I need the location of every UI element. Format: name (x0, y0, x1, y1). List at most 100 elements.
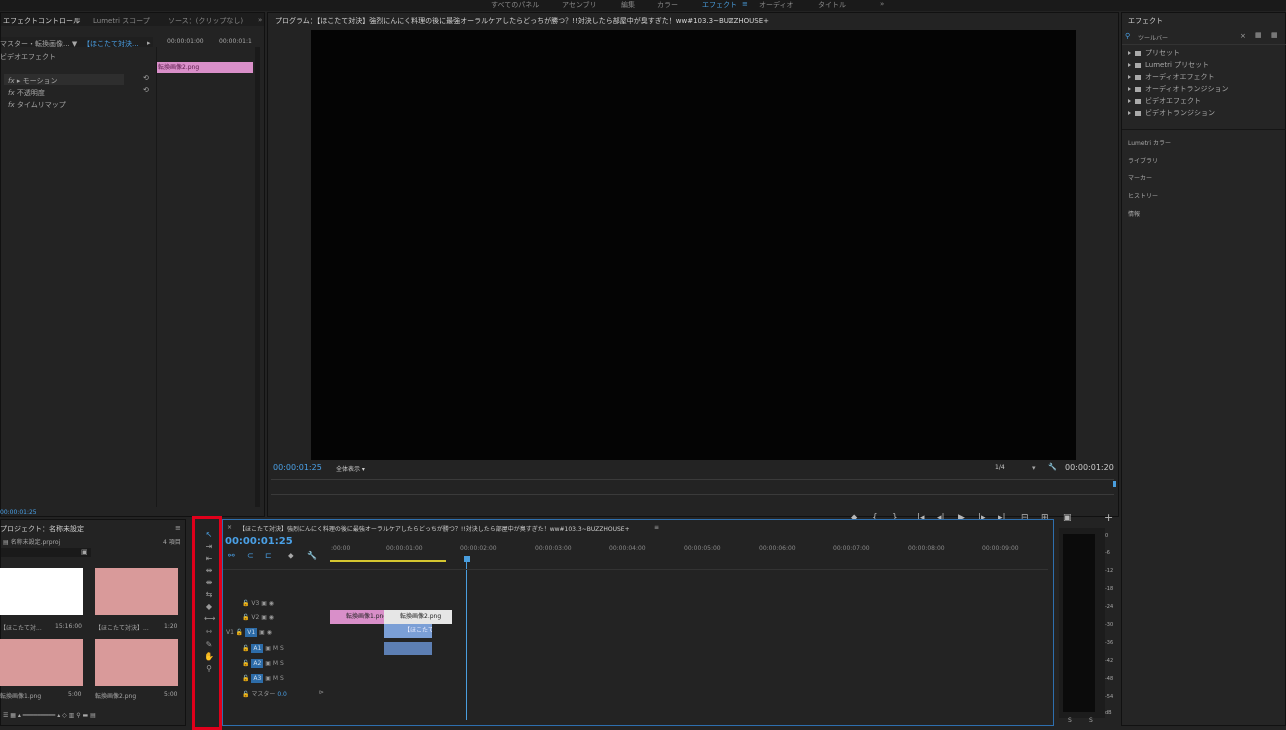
timeline-timecode[interactable]: 00:00:01:25 (225, 536, 293, 547)
reset-icon[interactable]: ⟲ (143, 86, 149, 94)
panel-markers[interactable]: マーカー (1128, 173, 1152, 182)
panel-history[interactable]: ヒストリー (1128, 191, 1158, 200)
meter-solo-button[interactable]: S (1089, 717, 1093, 724)
project-search-input[interactable] (1, 548, 91, 557)
effects-item-video-transitions[interactable]: ビデオトランジション (1128, 108, 1215, 118)
clip-sequence-video[interactable]: 【ほこたて (384, 624, 432, 638)
track-header-a3[interactable]: 🔓 A3 ▣ M S (242, 674, 284, 683)
clip-transition-image-1[interactable]: 転換画像1.png (330, 610, 387, 624)
mini-timeline-clip[interactable]: 転換画像2.png (156, 62, 253, 73)
wrench-icon[interactable]: 🔧 (1048, 463, 1057, 471)
workspace-menu-icon[interactable]: ≡ (742, 0, 748, 8)
resolution-chevron-icon[interactable]: ▾ (1032, 464, 1036, 472)
workspace-color[interactable]: カラー (657, 0, 678, 10)
effects-item-audio-transitions[interactable]: オーディオトランジション (1128, 84, 1229, 94)
timeline-playhead-handle[interactable] (464, 556, 470, 562)
selection-tool-icon[interactable]: ↖ (204, 530, 214, 539)
clear-search-icon[interactable]: × (1240, 32, 1246, 40)
effects-item-video-effects[interactable]: ビデオエフェクト (1128, 96, 1201, 106)
snap-icon[interactable]: ⚯ (228, 551, 235, 560)
clip-transition-image-2[interactable]: 転換画像2.png (384, 610, 452, 624)
scrollbar[interactable] (255, 47, 260, 507)
project-panel-title[interactable]: プロジェクト：名称未設定 (0, 524, 84, 534)
fit-dropdown[interactable]: 全体表示 ▾ (336, 464, 365, 473)
clip-sequence-audio[interactable] (384, 642, 432, 655)
effects-panel-title[interactable]: エフェクト (1128, 16, 1163, 26)
panel-menu-icon[interactable]: ≡ (175, 524, 181, 532)
project-thumbnail-image-2[interactable] (95, 639, 178, 686)
project-thumbnail-image-1[interactable] (0, 639, 83, 686)
ripple-edit-tool-icon[interactable]: ⇤ (204, 554, 214, 563)
master-clip-selector[interactable]: マスター・転換画像... ▼ (0, 39, 77, 49)
tab-source[interactable]: ソース：(クリップなし) (168, 16, 243, 26)
slide-edit-tool-icon[interactable]: ⇿ (204, 627, 214, 636)
effect-item-opacity[interactable]: fx 不透明度 (8, 88, 45, 98)
slide-tool-icon[interactable]: ⇆ (204, 590, 214, 599)
workspace-edit[interactable]: 編集 (621, 0, 635, 10)
pen-tool-icon[interactable]: ✎ (204, 640, 214, 649)
effects-item-presets[interactable]: プリセット (1128, 48, 1180, 58)
rolling-edit-tool-icon[interactable]: ⇹ (204, 566, 214, 575)
workspace-overflow-icon[interactable]: » (880, 0, 884, 8)
hand-tool-icon[interactable]: ✋ (204, 652, 214, 661)
resolution-dropdown[interactable]: 1/4 (995, 464, 1005, 471)
new-bin-icon[interactable]: ▣ (81, 548, 88, 556)
tabs-overflow-icon[interactable]: » (258, 16, 262, 24)
zoom-tool-icon[interactable]: ⚲ (204, 664, 214, 673)
program-time-ruler[interactable] (271, 479, 1114, 495)
new-bin-icon[interactable]: ▦ (1255, 31, 1262, 39)
project-thumbnail-sequence[interactable] (0, 568, 83, 615)
workspace-all-panels[interactable]: すべてのパネル (491, 0, 539, 10)
rate-stretch-tool-icon[interactable]: ⇼ (204, 578, 214, 587)
workspace-assembly[interactable]: アセンブリ (562, 0, 597, 10)
timeline-settings-icon[interactable]: 🔧 (307, 551, 317, 560)
new-preset-bin-icon[interactable]: ▦ (1271, 31, 1278, 39)
tab-effect-controls[interactable]: エフェクトコントロール (3, 16, 80, 26)
track-header-v2[interactable]: 🔓 V2 ▣ ◉ (242, 614, 274, 621)
play-icon[interactable]: ▸ (147, 39, 151, 47)
meter-solo-button[interactable]: S (1068, 717, 1072, 724)
panel-libraries[interactable]: ライブラリ (1128, 156, 1158, 165)
export-frame-icon[interactable]: ▣ (1063, 513, 1072, 523)
marker-icon[interactable]: ⬥ (288, 551, 294, 561)
slip-tool-icon[interactable]: ⟷ (204, 614, 215, 623)
button-editor-plus-icon[interactable]: + (1104, 511, 1113, 524)
close-sequence-icon[interactable]: × (227, 524, 232, 531)
reset-icon[interactable]: ⟲ (143, 74, 149, 82)
razor-tool-icon[interactable]: ◆ (204, 602, 214, 611)
panel-lumetri-color[interactable]: Lumetri カラー (1128, 138, 1171, 147)
program-current-timecode[interactable]: 00:00:01:25 (273, 463, 322, 472)
track-header-v1[interactable]: V1 🔓 V1 ▣ ◉ (226, 628, 272, 637)
effect-item-time-remap[interactable]: fx タイムリマップ (8, 100, 66, 110)
source-patch-label[interactable]: V1 (226, 629, 234, 636)
panel-menu-icon[interactable]: ≡ (75, 16, 81, 24)
workspace-audio[interactable]: オーディオ (759, 0, 794, 10)
track-select-tool-icon[interactable]: ⇥ (204, 542, 214, 551)
sequence-tab[interactable]: 【ほこたて対決】強烈にんにく料理の後に最強オーラルケアしたらどっちが勝つ？!!対… (239, 524, 630, 533)
playhead-marker[interactable] (1113, 481, 1116, 487)
project-thumbnail-sequence-2[interactable] (95, 568, 178, 615)
effects-item-audio-effects[interactable]: オーディオエフェクト (1128, 72, 1215, 82)
video-preview[interactable] (311, 30, 1076, 460)
tab-lumetri-scopes[interactable]: Lumetri スコープ (93, 16, 150, 26)
master-end-icon[interactable]: ⊳ (319, 689, 324, 696)
track-header-master[interactable]: 🔓 マスター 0.0 (242, 689, 287, 698)
program-monitor-title[interactable]: プログラム：【ほこたて対決】強烈にんにく料理の後に最強オーラルケアしたらどっちが… (275, 16, 769, 26)
panel-menu-icon[interactable]: ≡ (654, 524, 659, 531)
project-footer-toolbar[interactable]: ☰ ▦ ▴ ━━━━━━━━━ ▴ ◇ ▥ ⚲ ▬ ▤ (3, 712, 183, 720)
panel-info[interactable]: 情報 (1128, 209, 1140, 218)
effects-search-input[interactable]: ツールバー (1138, 33, 1168, 42)
search-icon[interactable]: ⚲ (1125, 32, 1130, 40)
add-marker-icon[interactable]: ⊏ (265, 551, 272, 560)
master-volume-value[interactable]: 0.0 (277, 691, 287, 698)
work-area-bar[interactable] (330, 560, 446, 562)
track-header-a2[interactable]: 🔓 A2 ▣ M S (242, 659, 284, 668)
workspace-effects[interactable]: エフェクト (702, 0, 737, 10)
sequence-clip-label[interactable]: 【ほこたて対決... (83, 39, 139, 49)
effect-item-motion[interactable]: fx ▸ モーション (8, 76, 57, 86)
effects-item-lumetri-presets[interactable]: Lumetri プリセット (1128, 60, 1209, 70)
workspace-title[interactable]: タイトル (818, 0, 846, 10)
track-header-a1[interactable]: 🔓 A1 ▣ M S (242, 644, 284, 653)
panel-menu-icon[interactable]: ≡ (728, 16, 734, 24)
linked-selection-icon[interactable]: ⊂ (247, 551, 254, 560)
